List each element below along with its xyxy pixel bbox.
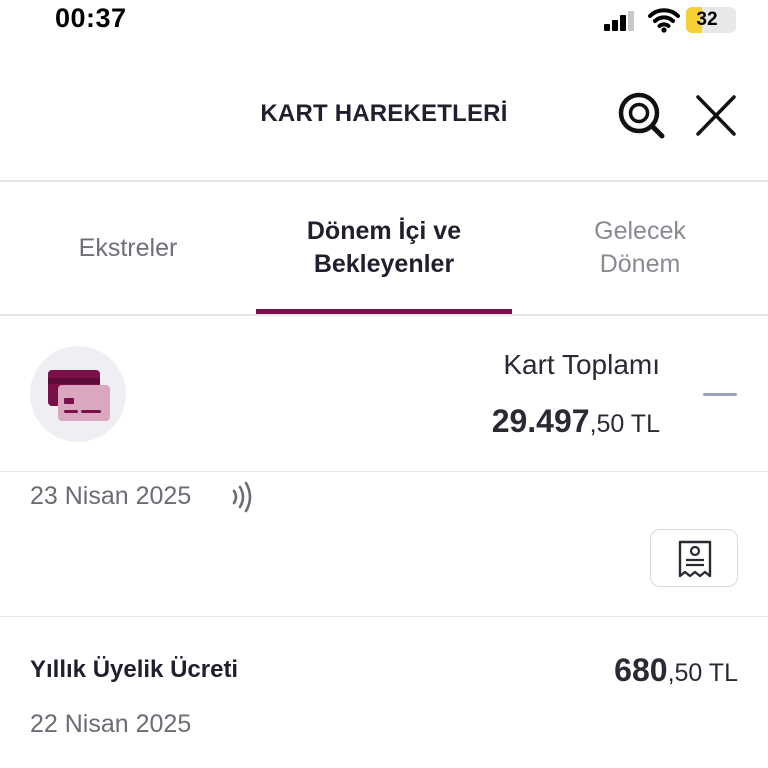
status-bar: 00:37 32 xyxy=(0,0,768,44)
amount-decimal: ,50 TL xyxy=(589,410,660,438)
tab-gelecek-donem[interactable]: Gelecek Dönem xyxy=(512,182,768,314)
transaction-amount: 680,50 TL xyxy=(614,652,738,689)
tab-donem-ici-ve-bekleyenler[interactable]: Dönem İçi ve Bekleyenler xyxy=(256,182,512,314)
summary-divider xyxy=(0,471,768,472)
header: KART HAREKETLERİ xyxy=(0,64,768,180)
receipt-icon xyxy=(678,540,712,578)
transaction-title[interactable]: Yıllık Üyelik Ücreti xyxy=(30,656,238,684)
status-time: 00:37 xyxy=(55,3,127,33)
credit-card-icon xyxy=(48,370,110,421)
amount-integer: 29.497 xyxy=(491,403,590,439)
contactless-icon xyxy=(232,481,252,513)
card-total-label: Kart Toplamı xyxy=(503,349,660,380)
cellular-signal-icon xyxy=(604,11,634,31)
tab-label: Gelecek Dönem xyxy=(594,217,686,278)
tab-ekstreler[interactable]: Ekstreler xyxy=(0,182,256,314)
collapse-icon[interactable] xyxy=(703,393,737,396)
close-icon[interactable] xyxy=(692,94,740,138)
transaction-date: 23 Nisan 2025 xyxy=(30,482,192,510)
amount-decimal: ,50 TL xyxy=(667,659,738,687)
card-avatar xyxy=(30,346,126,442)
search-icon[interactable] xyxy=(616,90,668,142)
battery-level: 32 xyxy=(696,9,718,30)
tab-bar: Ekstreler Dönem İçi ve Bekleyenler Gelec… xyxy=(0,182,768,314)
card-total-summary[interactable]: Kart Toplamı 29.497,50 TL xyxy=(0,316,768,472)
card-total-amount: 29.497,50 TL xyxy=(492,403,660,440)
amount-integer: 680 xyxy=(614,652,668,688)
transaction-divider xyxy=(0,616,768,617)
tab-label: Dönem İçi ve Bekleyenler xyxy=(306,217,462,278)
wifi-icon xyxy=(648,8,680,33)
battery-indicator: 32 xyxy=(686,7,736,33)
transaction-date: 22 Nisan 2025 xyxy=(30,710,192,738)
receipt-button[interactable] xyxy=(650,529,738,587)
